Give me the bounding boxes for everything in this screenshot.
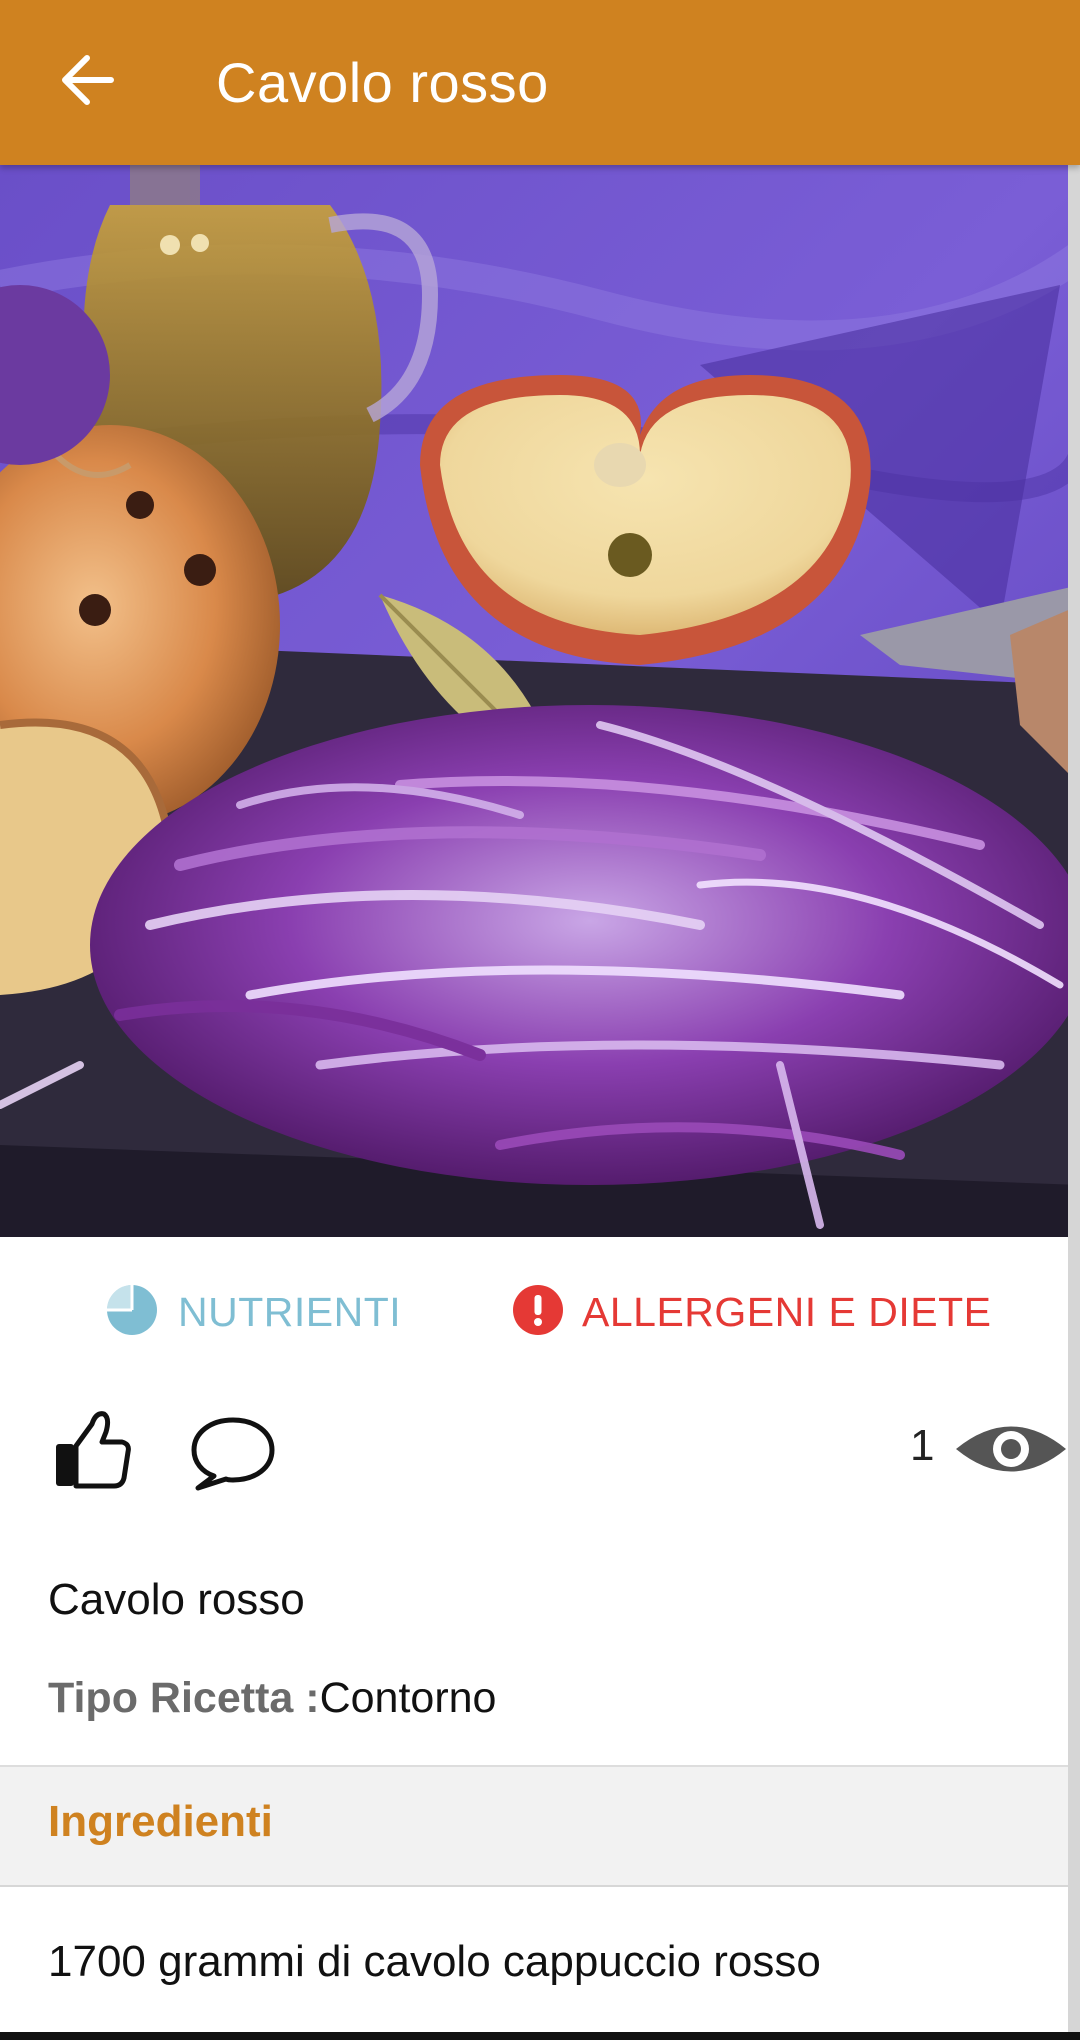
recipe-name: Cavolo rosso bbox=[48, 1575, 305, 1624]
app-bar: Cavolo rosso bbox=[0, 0, 1080, 165]
like-button[interactable] bbox=[52, 1406, 132, 1490]
tab-allergeni-label: ALLERGENI E DIETE bbox=[582, 1288, 992, 1335]
recipe-image bbox=[0, 165, 1080, 1237]
page-title: Cavolo rosso bbox=[216, 51, 549, 114]
tab-allergeni[interactable]: ALLERGENI E DIETE bbox=[512, 1272, 992, 1352]
recipe-type-label: Tipo Ricetta : bbox=[48, 1674, 320, 1722]
actions-row: 1 bbox=[0, 1390, 1080, 1510]
ingredients-title: Ingredienti bbox=[48, 1797, 273, 1846]
comment-icon bbox=[188, 1417, 278, 1496]
bottom-edge bbox=[0, 2032, 1080, 2040]
recipe-type-value: Contorno bbox=[319, 1674, 497, 1722]
thumbs-up-icon bbox=[52, 1411, 132, 1494]
ingredient-item: 1700 grammi di cavolo cappuccio rosso bbox=[48, 1937, 821, 1986]
eye-icon bbox=[952, 1418, 1070, 1480]
tab-nutrienti[interactable]: NUTRIENTI bbox=[104, 1272, 401, 1352]
tab-nutrienti-label: NUTRIENTI bbox=[178, 1288, 402, 1335]
ingredients-header: Ingredienti bbox=[0, 1765, 1080, 1887]
alert-icon bbox=[512, 1284, 564, 1341]
back-button[interactable] bbox=[40, 38, 134, 126]
arrow-left-icon bbox=[57, 52, 117, 113]
recipe-type: Tipo Ricetta :Contorno bbox=[48, 1668, 496, 1738]
pie-chart-icon bbox=[104, 1282, 160, 1343]
comment-button[interactable] bbox=[188, 1412, 278, 1492]
info-tabs: NUTRIENTI ALLERGENI E DIETE bbox=[0, 1237, 1080, 1377]
views-count: 1 bbox=[910, 1421, 935, 1470]
scrollbar[interactable] bbox=[1068, 165, 1080, 2040]
